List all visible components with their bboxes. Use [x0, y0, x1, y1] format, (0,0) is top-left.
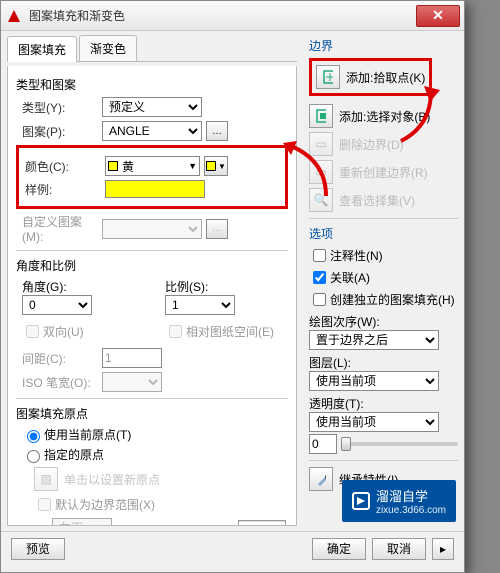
add-select-objects-label: 添加:选择对象(B): [339, 108, 430, 125]
remove-boundary-label: 删除边界(D): [339, 136, 404, 153]
paper-space-label: 相对图纸空间(E): [186, 323, 274, 340]
recreate-boundary-button: ▭: [309, 160, 333, 184]
spacing-input: [102, 348, 162, 368]
transparency-slider[interactable]: [341, 442, 458, 446]
highlight-color-sample: 颜色(C): 黄 ▼ ▼ 样例:: [16, 145, 288, 209]
draw-order-select[interactable]: 置于边界之后: [309, 330, 439, 350]
color-select[interactable]: 黄 ▼: [105, 156, 200, 176]
pattern-browse-button[interactable]: …: [206, 121, 228, 141]
transparency-value-input[interactable]: [309, 434, 337, 454]
pattern-label: 图案(P):: [22, 123, 102, 140]
hatch-dialog: 图案填充和渐变色 ✕ 图案填充 渐变色 类型和图案 类型(Y): 预定义 图案(…: [0, 0, 465, 573]
color-swatch-icon: [108, 161, 118, 171]
view-selection-button: 🔍: [309, 188, 333, 212]
color-label: 颜色(C):: [25, 158, 105, 175]
custom-pattern-label: 自定义图案(M):: [22, 213, 102, 244]
inherit-properties-button[interactable]: [309, 467, 333, 491]
cancel-button[interactable]: 取消: [372, 538, 426, 560]
scale-input[interactable]: 1: [165, 295, 235, 315]
specified-origin-radio[interactable]: [27, 450, 40, 463]
double-checkbox: [26, 325, 39, 338]
iso-label: ISO 笔宽(O):: [22, 374, 102, 391]
titlebar[interactable]: 图案填充和渐变色 ✕: [1, 1, 464, 31]
double-label: 双向(U): [43, 323, 84, 340]
section-boundary: 边界: [309, 37, 458, 54]
iso-select: [102, 372, 162, 392]
dialog-title: 图案填充和渐变色: [29, 7, 416, 24]
layer-select[interactable]: 使用当前项: [309, 371, 439, 391]
view-selection-label: 查看选择集(V): [339, 192, 415, 209]
app-icon: [5, 7, 23, 25]
tab-bar: 图案填充 渐变色: [7, 35, 297, 62]
scale-label: 比例(S):: [165, 278, 288, 295]
paper-space-checkbox: [169, 325, 182, 338]
background-color-select[interactable]: ▼: [204, 156, 228, 176]
use-current-origin-label: 使用当前原点(T): [44, 426, 131, 443]
layer-label: 图层(L):: [309, 354, 458, 371]
set-origin-label: 单击以设置新原点: [64, 471, 160, 488]
type-label: 类型(Y):: [22, 99, 102, 116]
tab-gradient[interactable]: 渐变色: [79, 35, 137, 61]
section-origin: 图案填充原点: [16, 405, 288, 422]
recreate-boundary-label: 重新创建边界(R): [339, 164, 428, 181]
add-pick-point-button[interactable]: [316, 65, 340, 89]
default-bounds-checkbox: [38, 498, 51, 511]
section-type-pattern: 类型和图案: [16, 76, 288, 93]
associative-label: 关联(A): [330, 269, 370, 286]
origin-position-select: 左下: [52, 518, 112, 526]
spacing-label: 间距(C):: [22, 350, 102, 367]
watermark: 溜溜自学 zixue.3d66.com: [342, 480, 456, 522]
angle-label: 角度(G):: [22, 278, 145, 295]
preview-button[interactable]: 预览: [11, 538, 65, 560]
type-select[interactable]: 预定义: [102, 97, 202, 117]
pattern-select[interactable]: ANGLE: [102, 121, 202, 141]
transparency-select[interactable]: 使用当前项: [309, 412, 439, 432]
remove-boundary-button: ▭: [309, 132, 333, 156]
tab-hatch[interactable]: 图案填充: [7, 36, 77, 62]
origin-preview: [238, 520, 286, 526]
watermark-url: zixue.3d66.com: [376, 505, 446, 516]
sample-swatch[interactable]: [105, 180, 205, 198]
angle-input[interactable]: 0: [22, 295, 92, 315]
dialog-footer: 预览 确定 取消 ▸: [1, 531, 464, 565]
custom-pattern-select: [102, 219, 202, 239]
close-button[interactable]: ✕: [416, 5, 460, 27]
expand-dialog-button[interactable]: ▸: [432, 538, 454, 560]
transparency-label: 透明度(T):: [309, 395, 458, 412]
sample-label: 样例:: [25, 181, 105, 198]
set-origin-button: ▨: [34, 467, 58, 491]
color-value: 黄: [122, 158, 134, 175]
chevron-down-icon: ▼: [188, 161, 197, 171]
highlight-add-pick: 添加:拾取点(K): [309, 58, 432, 96]
ok-button[interactable]: 确定: [312, 538, 366, 560]
annotative-checkbox[interactable]: [313, 249, 326, 262]
custom-pattern-browse: …: [206, 219, 228, 239]
play-icon: [352, 492, 370, 510]
use-current-origin-radio[interactable]: [27, 430, 40, 443]
specified-origin-label: 指定的原点: [44, 446, 104, 463]
watermark-brand: 溜溜自学: [376, 486, 446, 505]
section-angle-scale: 角度和比例: [16, 257, 288, 274]
annotative-label: 注释性(N): [330, 247, 383, 264]
add-select-objects-button[interactable]: [309, 104, 333, 128]
separate-hatch-checkbox[interactable]: [313, 293, 326, 306]
separate-hatch-label: 创建独立的图案填充(H): [330, 291, 455, 308]
add-pick-point-label: 添加:拾取点(K): [346, 69, 425, 86]
section-options: 选项: [309, 225, 458, 242]
draw-order-label: 绘图次序(W):: [309, 313, 458, 330]
associative-checkbox[interactable]: [313, 271, 326, 284]
default-bounds-label: 默认为边界范围(X): [55, 496, 155, 513]
